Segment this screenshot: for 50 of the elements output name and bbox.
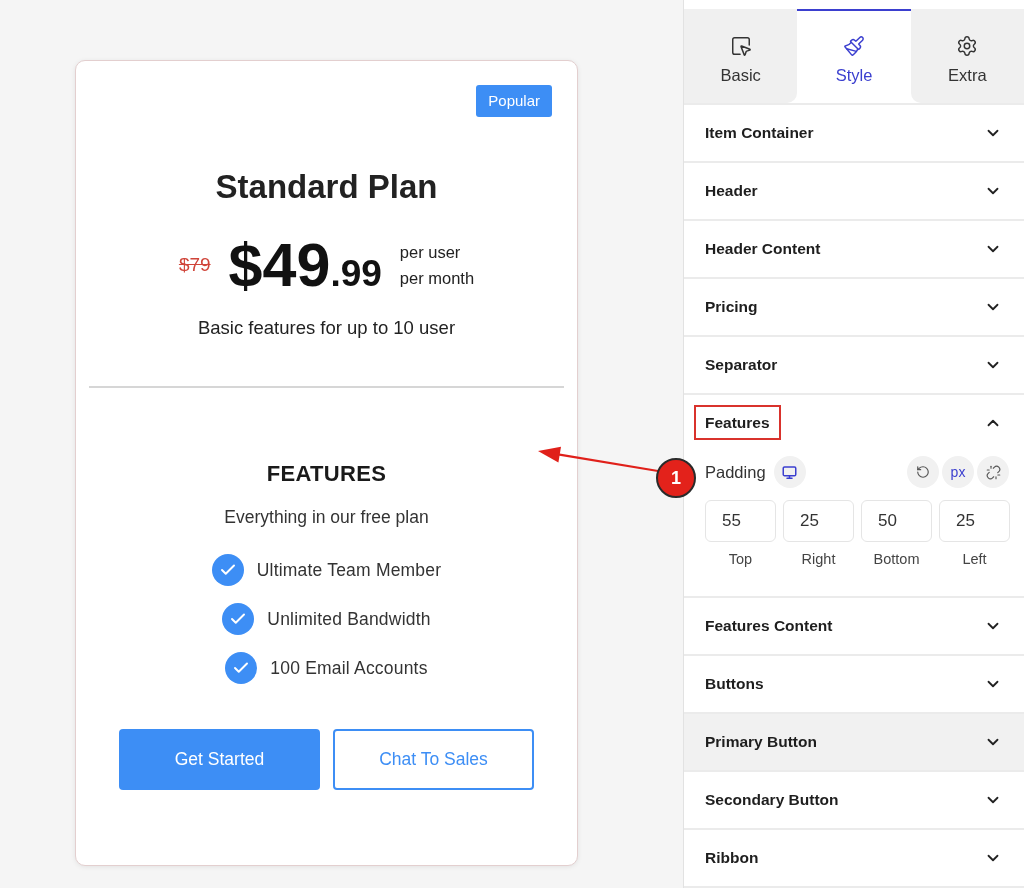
- features-subtitle: Everything in our free plan: [224, 506, 429, 528]
- billing-period: per month: [399, 268, 475, 289]
- reset-icon: [916, 465, 930, 479]
- reset-button[interactable]: [907, 456, 939, 488]
- feature-text: 100 Email Accounts: [270, 657, 428, 679]
- feature-text: Unlimited Bandwidth: [267, 608, 431, 630]
- unlink-icon: [985, 464, 1001, 480]
- padding-input[interactable]: 25: [939, 500, 1010, 542]
- field-label: Left: [962, 550, 987, 568]
- section-title: Item Container: [705, 124, 814, 142]
- price-cents: .99: [330, 254, 382, 294]
- cursor-square-icon: [729, 35, 752, 57]
- features-heading: FEATURES: [266, 461, 387, 487]
- padding-input[interactable]: 55: [705, 500, 776, 542]
- section-title: Header: [705, 182, 758, 200]
- feature-text: Ultimate Team Member: [256, 559, 442, 581]
- field-label: Bottom: [873, 550, 920, 568]
- device-button[interactable]: [773, 456, 806, 488]
- section-title: Features: [705, 414, 770, 432]
- check-icon: [211, 554, 244, 586]
- price-amount: $49: [228, 233, 331, 297]
- panel-tab[interactable]: Basic: [684, 9, 798, 103]
- gear-icon: [956, 35, 979, 57]
- section-title: Header Content: [705, 240, 821, 258]
- section-title: Buttons: [705, 675, 764, 693]
- plan-title: Standard Plan: [215, 168, 438, 206]
- paintbrush-icon: [843, 35, 865, 57]
- section-title: Features Content: [705, 617, 833, 635]
- plan-description: Basic features for up to 10 user: [197, 317, 456, 339]
- section-title: Secondary Button: [705, 791, 839, 809]
- step-badge: 1: [656, 458, 696, 498]
- unlink-button[interactable]: [977, 456, 1009, 488]
- field-label: Right: [801, 550, 836, 568]
- old-price: $79: [178, 254, 211, 276]
- popular-ribbon: Popular: [476, 85, 552, 117]
- field-label: Top: [728, 550, 753, 568]
- check-icon: [222, 603, 255, 635]
- unit-button[interactable]: px: [942, 456, 974, 488]
- padding-input[interactable]: 25: [783, 500, 854, 542]
- section-title: Ribbon: [705, 849, 759, 867]
- padding-label: Padding: [705, 462, 766, 482]
- section-title: Primary Button: [705, 733, 817, 751]
- panel-tab[interactable]: Extra: [910, 9, 1024, 103]
- monitor-icon: [782, 464, 798, 480]
- billing-period: per user: [399, 242, 461, 263]
- section-title: Pricing: [705, 298, 758, 316]
- padding-input[interactable]: 50: [861, 500, 932, 542]
- section-title: Separator: [705, 356, 778, 374]
- accordion-header[interactable]: Primary Button: [684, 714, 1024, 770]
- check-icon: [225, 652, 258, 684]
